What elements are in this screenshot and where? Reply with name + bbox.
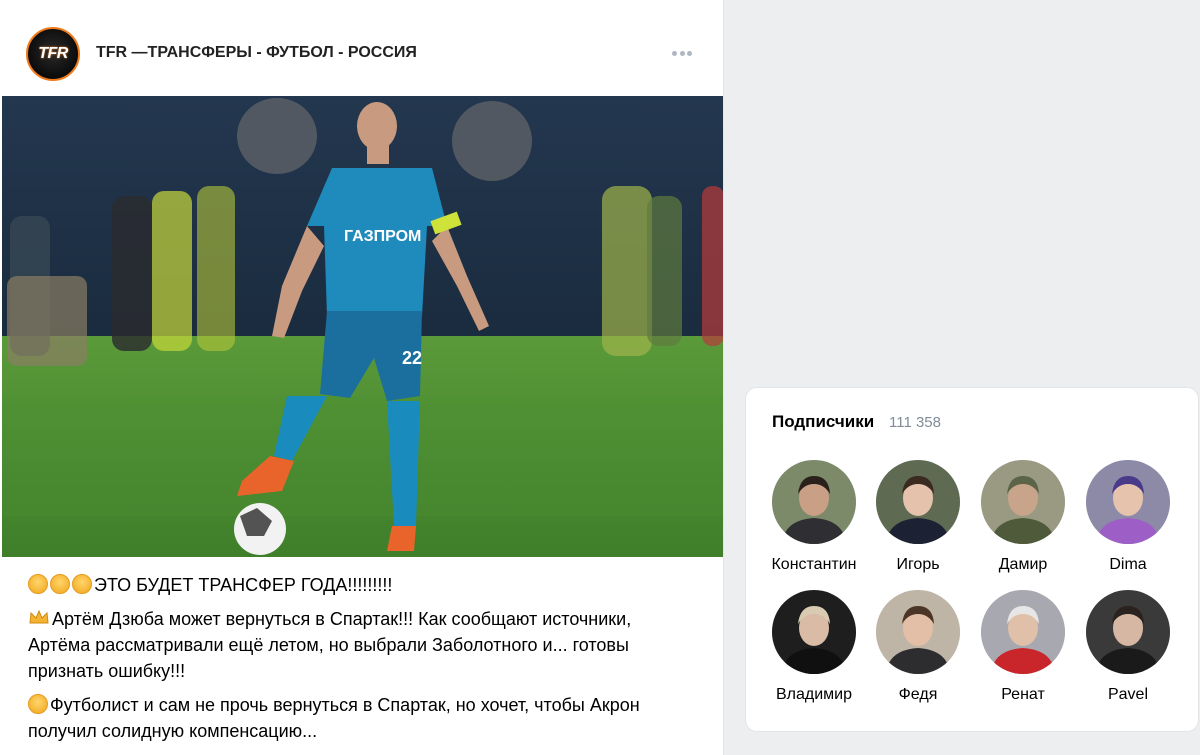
subscriber-name[interactable]: Владимир (762, 686, 866, 704)
post-paragraph-1: Артём Дзюба может вернуться в Спартак!!!… (28, 609, 632, 681)
subscriber-avatar[interactable] (1086, 460, 1170, 544)
subscriber-name[interactable]: Pavel (1076, 686, 1180, 704)
jersey-number-text: 22 (402, 348, 422, 368)
exploding-head-icon (28, 574, 48, 594)
jersey-sponsor-text: ГАЗПРОМ (344, 228, 421, 245)
subscriber-name[interactable]: Dima (1076, 556, 1180, 574)
post-header: TFR TFR —ТРАНСФЕРЫ - ФУТБОЛ - РОССИЯ (0, 0, 723, 96)
subscriber-name[interactable]: Константин (762, 556, 866, 574)
post-headline-line: ЭТО БУДЕТ ТРАНСФЕР ГОДА!!!!!!!!! (28, 572, 698, 598)
subscribers-widget: Подписчики 111 358 Константин Игорь Дамир D… (745, 387, 1199, 732)
post-card: TFR TFR —ТРАНСФЕРЫ - ФУТБОЛ - РОССИЯ ГАЗ… (0, 0, 724, 755)
post-text: ЭТО БУДЕТ ТРАНСФЕР ГОДА!!!!!!!!! Артём Д… (28, 572, 698, 752)
subscriber-item[interactable]: Dima (1076, 460, 1180, 574)
subscriber-item[interactable]: Владимир (762, 590, 866, 704)
subscriber-name[interactable]: Федя (866, 686, 970, 704)
more-horizontal-icon[interactable] (668, 44, 696, 62)
group-name-link[interactable]: TFR —ТРАНСФЕРЫ - ФУТБОЛ - РОССИЯ (96, 44, 417, 62)
post-paragraph-2: Футболист и сам не прочь вернуться в Спа… (28, 695, 640, 741)
subscriber-avatar[interactable] (981, 460, 1065, 544)
post-photo[interactable]: ГАЗПРОМ 22 (2, 96, 723, 557)
post-paragraph-2-line: Футболист и сам не прочь вернуться в Спа… (28, 692, 698, 744)
subscriber-avatar[interactable] (876, 590, 960, 674)
subscriber-avatar[interactable] (981, 590, 1065, 674)
subscriber-item[interactable]: Константин (762, 460, 866, 574)
subscriber-item[interactable]: Pavel (1076, 590, 1180, 704)
subscribers-count: 111 358 (889, 414, 941, 431)
smiling-face-icon (28, 694, 48, 714)
subscriber-item[interactable]: Игорь (866, 460, 970, 574)
group-logo-text: TFR (38, 45, 68, 62)
group-avatar[interactable]: TFR (26, 27, 80, 81)
subscriber-avatar[interactable] (772, 460, 856, 544)
crown-icon (28, 608, 50, 628)
subscriber-avatar[interactable] (876, 460, 960, 544)
post-paragraph-1-line: Артём Дзюба может вернуться в Спартак!!!… (28, 606, 698, 684)
subscriber-item[interactable]: Федя (866, 590, 970, 704)
subscribers-title[interactable]: Подписчики (772, 412, 874, 432)
subscriber-name[interactable]: Ренат (971, 686, 1075, 704)
subscriber-item[interactable]: Дамир (971, 460, 1075, 574)
post-headline: ЭТО БУДЕТ ТРАНСФЕР ГОДА!!!!!!!!! (94, 575, 393, 595)
exploding-head-icon (72, 574, 92, 594)
subscriber-avatar[interactable] (1086, 590, 1170, 674)
subscriber-avatar[interactable] (772, 590, 856, 674)
subscriber-name[interactable]: Игорь (866, 556, 970, 574)
exploding-head-icon (50, 574, 70, 594)
subscriber-item[interactable]: Ренат (971, 590, 1075, 704)
subscriber-name[interactable]: Дамир (971, 556, 1075, 574)
